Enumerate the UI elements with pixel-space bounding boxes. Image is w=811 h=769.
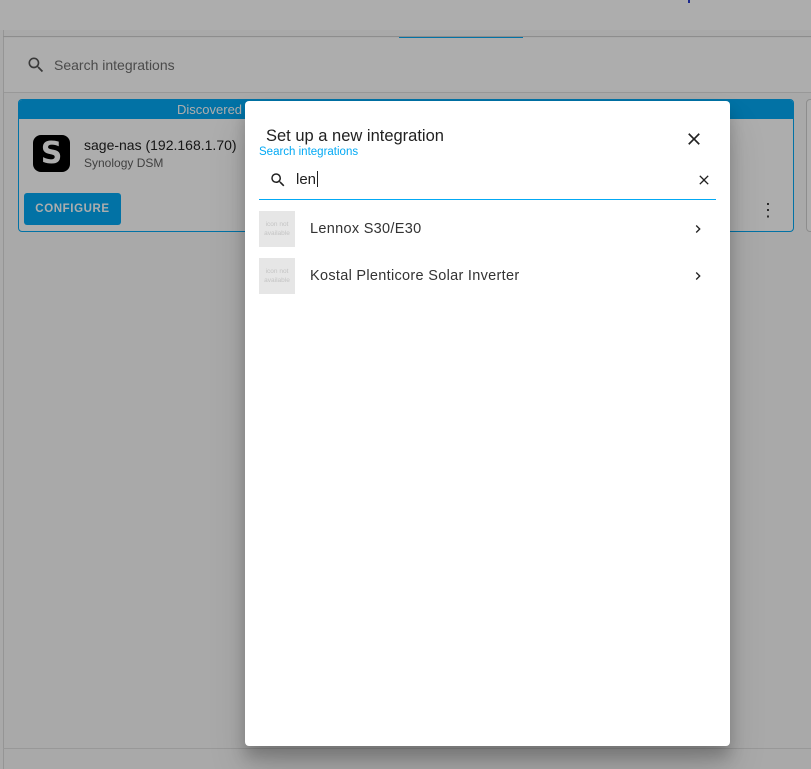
chevron-right-icon: [695, 272, 701, 280]
integration-search-input[interactable]: len: [259, 163, 716, 200]
integration-icon-placeholder: icon not available: [259, 258, 295, 294]
chevron-right-icon: [695, 225, 701, 233]
integration-name: Kostal Plenticore Solar Inverter: [310, 268, 520, 284]
list-item[interactable]: icon not available Kostal Plenticore Sol…: [259, 253, 716, 300]
placeholder-text: icon not available: [264, 221, 290, 237]
integration-name: Lennox S30/E30: [310, 221, 422, 237]
search-input-text: len: [296, 171, 317, 188]
search-icon: [271, 173, 285, 187]
integration-icon-placeholder: icon not available: [259, 211, 295, 247]
add-integration-dialog: Set up a new integration Search integrat…: [245, 101, 730, 746]
dialog-title: Set up a new integration: [266, 127, 444, 145]
clear-icon[interactable]: [696, 172, 712, 188]
search-results-list: icon not available Lennox S30/E30 icon n…: [259, 206, 716, 300]
close-icon[interactable]: [684, 129, 704, 149]
text-caret: [317, 171, 319, 187]
search-input-value[interactable]: len: [296, 171, 319, 188]
list-item[interactable]: icon not available Lennox S30/E30: [259, 206, 716, 253]
search-field-label: Search integrations: [259, 146, 359, 158]
placeholder-text: icon not available: [264, 268, 290, 284]
